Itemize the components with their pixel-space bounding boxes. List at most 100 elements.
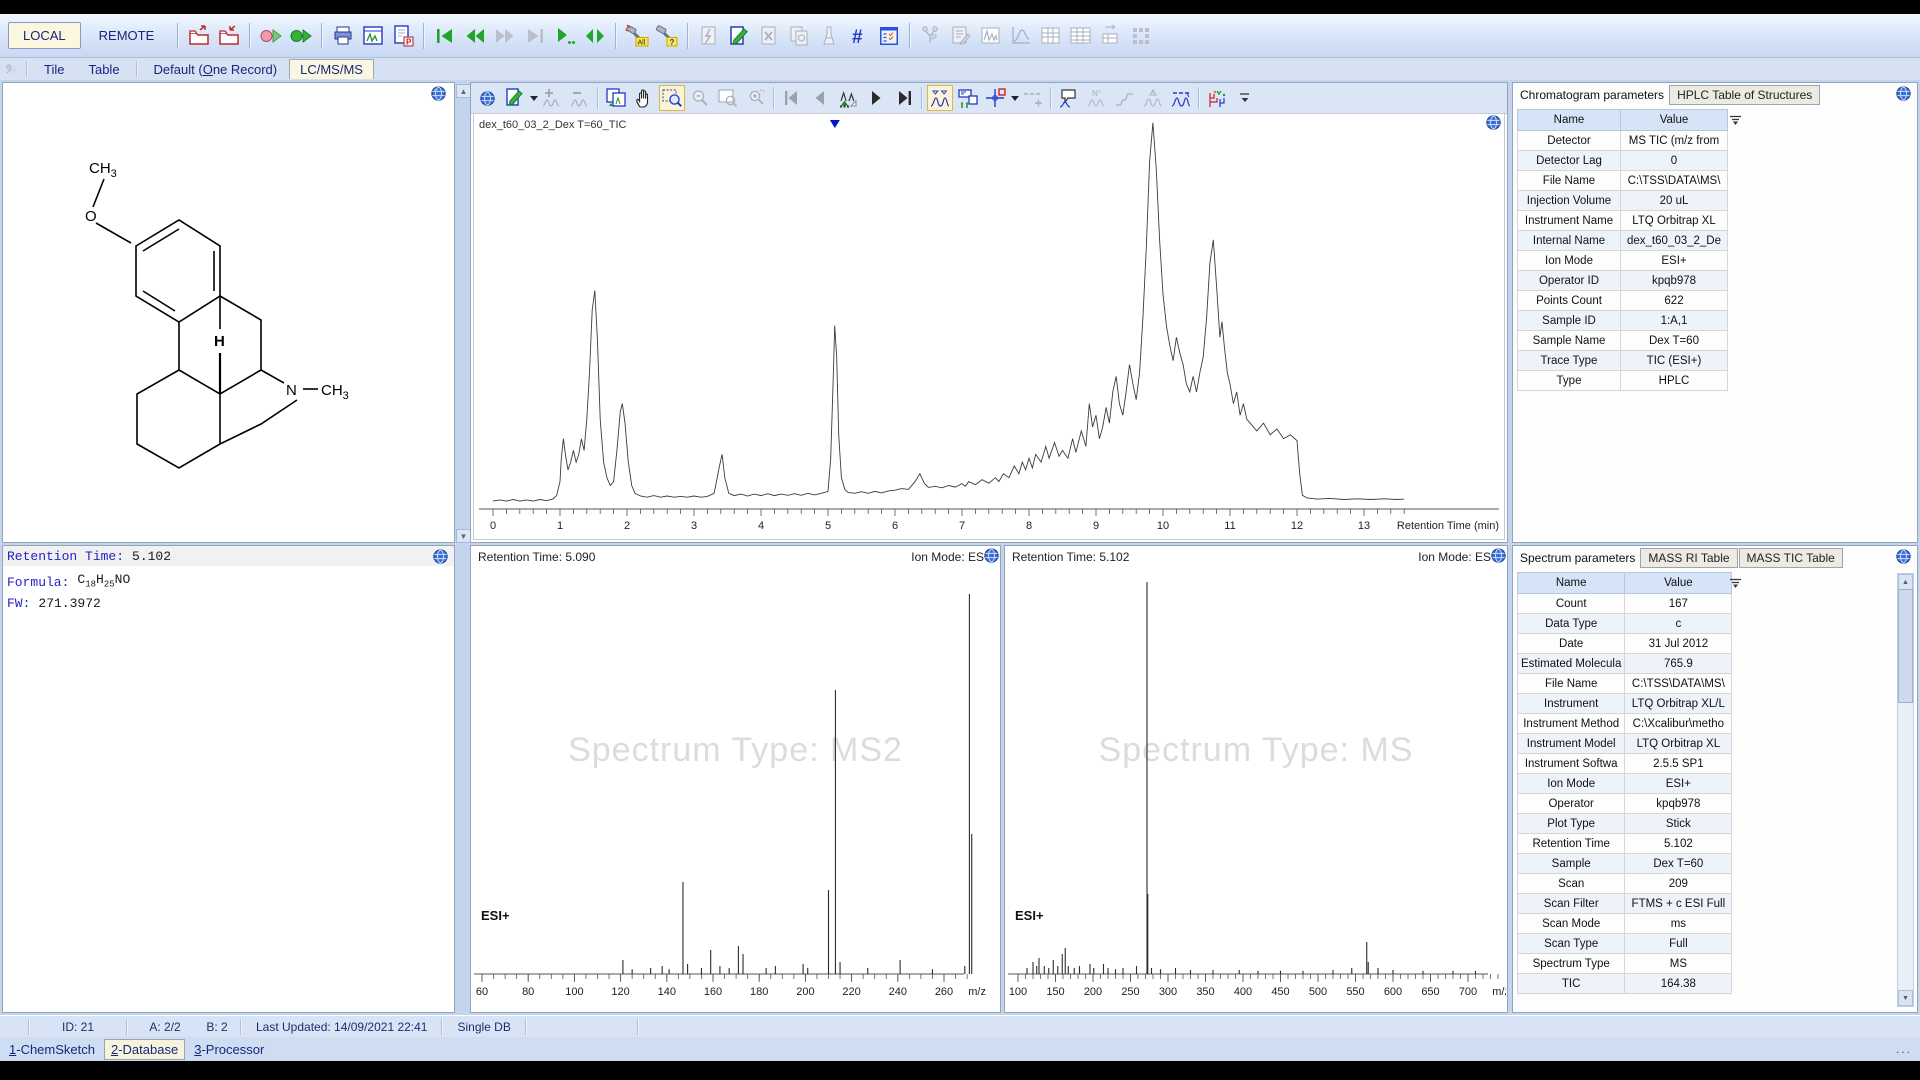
first-record-icon[interactable] (430, 21, 460, 51)
local-button[interactable]: LOCAL (8, 22, 81, 49)
param-name[interactable]: Date (1518, 634, 1625, 654)
sigmoid-step-icon[interactable] (1112, 85, 1138, 111)
globe-icon[interactable] (474, 85, 500, 111)
param-name[interactable]: Scan Mode (1518, 914, 1625, 934)
param-row[interactable]: Instrument NameLTQ Orbitrap XL (1518, 211, 1728, 231)
param-name[interactable]: Detector (1518, 131, 1621, 151)
param-name[interactable]: Sample (1518, 854, 1625, 874)
param-row[interactable]: Scan TypeFull (1518, 934, 1732, 954)
column-header-name[interactable]: Name (1518, 110, 1621, 131)
param-value[interactable]: LTQ Orbitrap XL/L (1625, 694, 1732, 714)
tab-table[interactable]: Table (76, 61, 131, 78)
tab-tile[interactable]: Tile (32, 61, 76, 78)
deconvolution-icon[interactable] (1140, 85, 1166, 111)
param-row[interactable]: Scan209 (1518, 874, 1732, 894)
param-value[interactable]: 2.5.5 SP1 (1625, 754, 1732, 774)
param-row[interactable]: Count167 (1518, 594, 1732, 614)
globe-icon[interactable] (1896, 549, 1911, 564)
param-row[interactable]: Trace TypeTIC (ESI+) (1518, 351, 1728, 371)
column-header-value[interactable]: Value (1625, 573, 1732, 594)
ms-spectrum-panel[interactable]: Retention Time: 5.102 Ion Mode: ES Spect… (1004, 545, 1508, 1013)
param-name[interactable]: Spectrum Type (1518, 954, 1625, 974)
param-name[interactable]: File Name (1518, 171, 1621, 191)
extract-spectrum-icon[interactable] (603, 85, 629, 111)
tab-lcmsms[interactable]: LC/MS/MS (289, 59, 374, 79)
table-large-icon[interactable] (1066, 21, 1096, 51)
param-value[interactable]: TIC (ESI+) (1621, 351, 1728, 371)
tab-default-one-record[interactable]: Default (One Record) (142, 61, 290, 78)
play-records-icon[interactable] (550, 21, 580, 51)
param-name[interactable]: Sample Name (1518, 331, 1621, 351)
param-name[interactable]: Instrument (1518, 694, 1625, 714)
duplicate-record-icon[interactable] (784, 21, 814, 51)
param-row[interactable]: Detector Lag0 (1518, 151, 1728, 171)
param-row[interactable]: Points Count622 (1518, 291, 1728, 311)
param-value[interactable]: ESI+ (1625, 774, 1732, 794)
chromatogram-plot[interactable]: 012345678910111213Retention Time (min) (473, 113, 1505, 540)
param-name[interactable]: Injection Volume (1518, 191, 1621, 211)
param-value[interactable]: MS TIC (m/z from (1621, 131, 1728, 151)
pan-hand-icon[interactable] (631, 85, 657, 111)
record-options-icon[interactable] (874, 21, 904, 51)
tab-processor[interactable]: 3-Processor (188, 1040, 270, 1059)
param-row[interactable]: SampleDex T=60 (1518, 854, 1732, 874)
param-name[interactable]: Type (1518, 371, 1621, 391)
edit-chromatogram-icon[interactable] (502, 85, 528, 111)
param-name[interactable]: Sample ID (1518, 311, 1621, 331)
open-database-icon[interactable] (184, 21, 214, 51)
param-row[interactable]: File NameC:\TSS\DATA\MS\ (1518, 171, 1728, 191)
globe-icon[interactable] (1491, 548, 1506, 563)
zoom-full-icon[interactable] (715, 85, 741, 111)
scroll-down-icon[interactable]: ▼ (1898, 990, 1913, 1006)
param-value[interactable]: MS (1625, 954, 1732, 974)
chromatogram-panel[interactable]: N° dex_t60_03_2_Dex T=60_TIC 01234567891… (470, 82, 1508, 543)
ms-spectrum-plot[interactable]: 100150200250300350400450500550600650700m… (1006, 568, 1506, 1012)
param-name[interactable]: Data Type (1518, 614, 1625, 634)
param-value[interactable]: 209 (1625, 874, 1732, 894)
collapse-up-button[interactable]: ▲ (456, 84, 471, 98)
param-name[interactable]: Count (1518, 594, 1625, 614)
param-value[interactable]: Stick (1625, 814, 1732, 834)
param-value[interactable]: 167 (1625, 594, 1732, 614)
cancel-edit-icon[interactable] (754, 21, 784, 51)
param-value[interactable]: C:\Xcalibur\metho (1625, 714, 1732, 734)
peak-callout-icon[interactable] (1056, 85, 1082, 111)
scrollbar-thumb[interactable] (1898, 589, 1913, 703)
param-row[interactable]: Injection Volume20 uL (1518, 191, 1728, 211)
param-row[interactable]: InstrumentLTQ Orbitrap XL/L (1518, 694, 1732, 714)
table-view-icon[interactable] (1036, 21, 1066, 51)
scroll-up-icon[interactable]: ▲ (1898, 574, 1913, 590)
param-row[interactable]: Estimated Molecula765.9 (1518, 654, 1732, 674)
tab-database[interactable]: 2-Database (104, 1039, 185, 1060)
zoom-box-icon[interactable] (659, 85, 685, 111)
param-name[interactable]: Instrument Name (1518, 211, 1621, 231)
ms2-spectrum-plot[interactable]: 6080100120140160180200220240260m/z (472, 568, 999, 1012)
param-row[interactable]: Scan FilterFTMS + c ESI Full (1518, 894, 1732, 914)
scroll-left-end-icon[interactable] (779, 85, 805, 111)
param-value[interactable]: 622 (1621, 291, 1728, 311)
param-value[interactable]: 5.102 (1625, 834, 1732, 854)
param-name[interactable]: Plot Type (1518, 814, 1625, 834)
param-value[interactable]: ms (1625, 914, 1732, 934)
certificate-icon[interactable] (946, 21, 976, 51)
param-name[interactable]: Instrument Method (1518, 714, 1625, 734)
toggle-direction-icon[interactable] (580, 21, 610, 51)
globe-icon[interactable] (984, 548, 999, 563)
param-row[interactable]: TIC164.38 (1518, 974, 1732, 994)
param-name[interactable]: TIC (1518, 974, 1625, 994)
peak-markers-icon[interactable] (927, 85, 953, 111)
param-name[interactable]: Ion Mode (1518, 774, 1625, 794)
spectrum-window-icon[interactable] (976, 21, 1006, 51)
scroll-right-end-icon[interactable] (891, 85, 917, 111)
param-value[interactable]: Dex T=60 (1625, 854, 1732, 874)
param-value[interactable]: c (1625, 614, 1732, 634)
globe-icon[interactable] (1896, 86, 1911, 101)
param-row[interactable]: TypeHPLC (1518, 371, 1728, 391)
zoom-out-icon[interactable] (687, 85, 713, 111)
param-value[interactable]: Dex T=60 (1621, 331, 1728, 351)
offline-mode-icon[interactable] (256, 21, 286, 51)
remove-peaks-icon[interactable] (567, 85, 593, 111)
scrollbar[interactable]: ▲ ▼ (1897, 573, 1914, 1007)
param-name[interactable]: Operator ID (1518, 271, 1621, 291)
param-value[interactable]: 20 uL (1621, 191, 1728, 211)
